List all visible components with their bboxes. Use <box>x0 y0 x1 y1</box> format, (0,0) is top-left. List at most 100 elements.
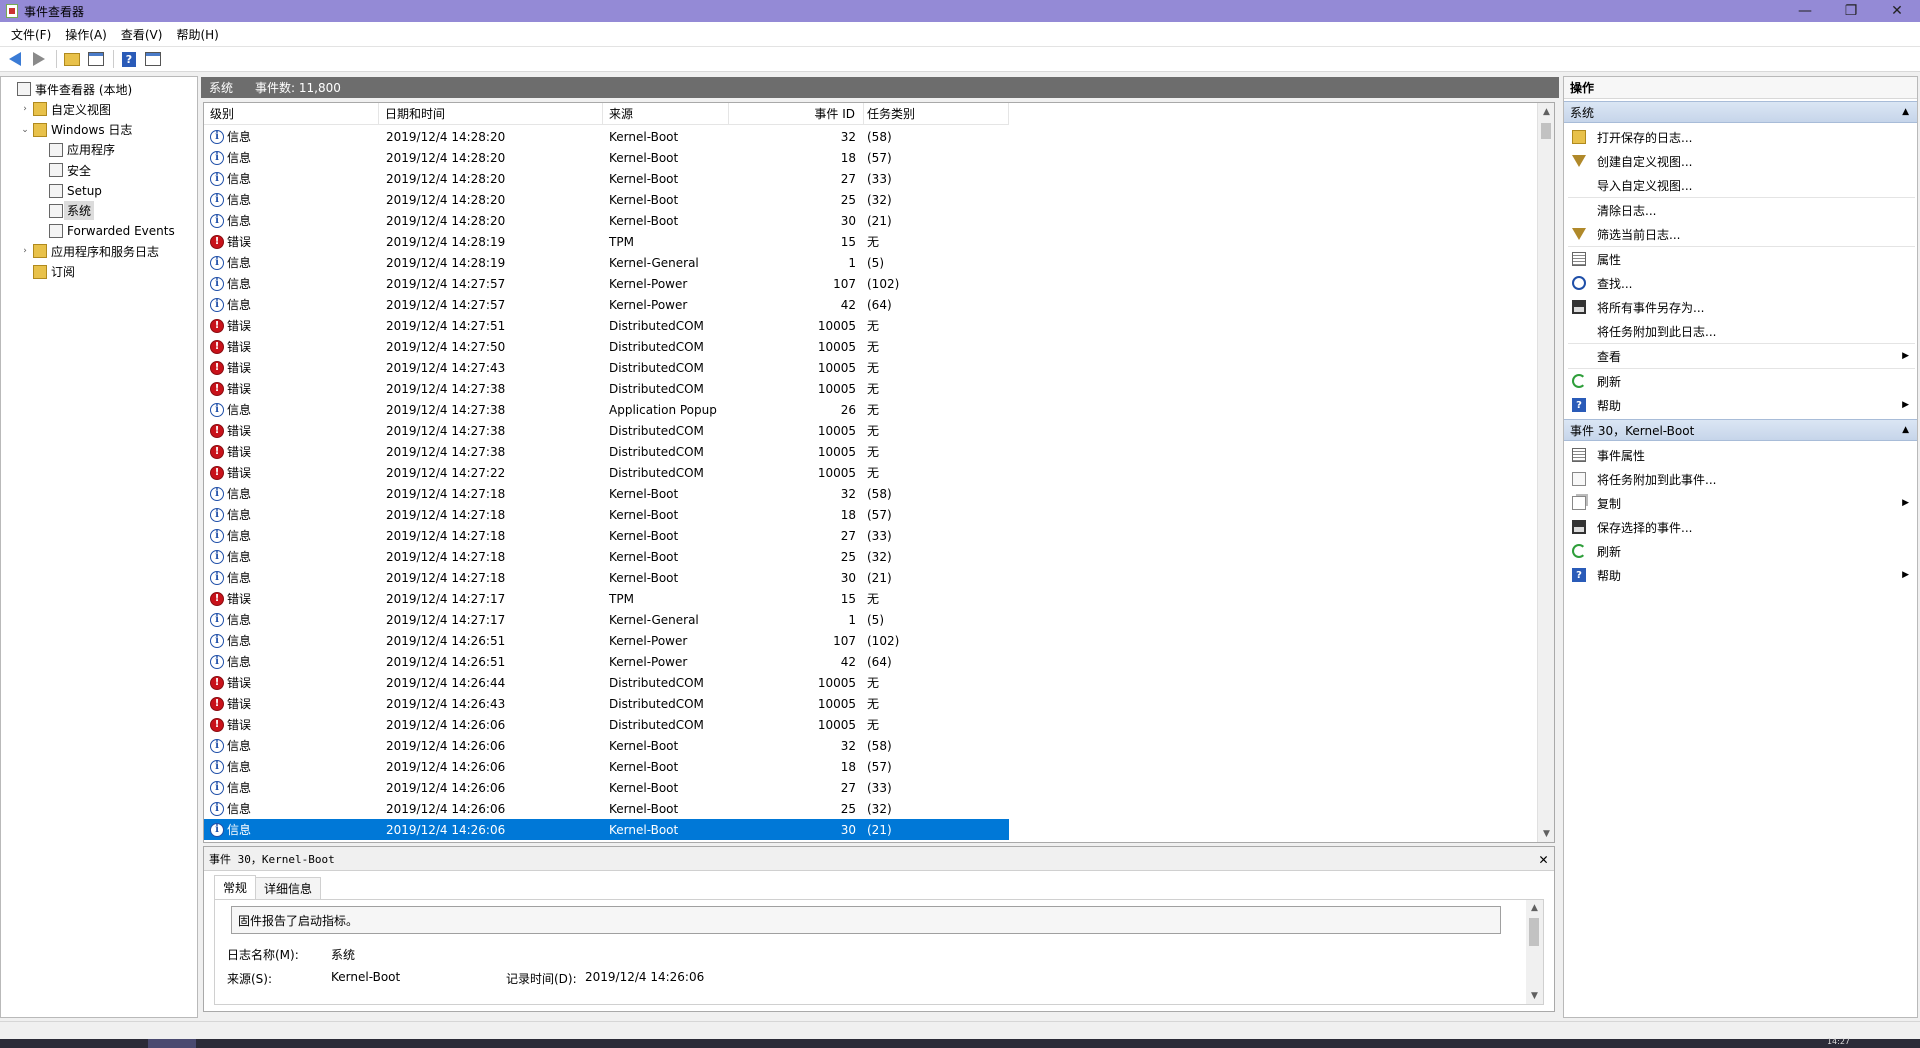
column-source[interactable]: 来源 <box>603 103 729 125</box>
tree-item[interactable]: 系统 <box>36 201 95 221</box>
action-item[interactable]: ? 帮助 ▶ <box>1564 393 1917 417</box>
scroll-up-icon[interactable]: ▲ <box>1538 103 1554 120</box>
actions-section-header[interactable]: 系统 ▲ <box>1564 101 1917 123</box>
action-item[interactable]: 刷新 <box>1564 369 1917 393</box>
action-item[interactable]: 打开保存的日志... <box>1564 125 1917 149</box>
table-row[interactable]: i 信息 2019/12/4 14:26:06 Kernel-Boot 27 (33) <box>204 777 1009 798</box>
tree-item[interactable]: Setup <box>36 181 102 201</box>
menu-view[interactable]: 查看(V) <box>114 26 170 43</box>
forward-button[interactable] <box>28 49 50 69</box>
table-row[interactable]: i 信息 2019/12/4 14:28:20 Kernel-Boot 25 (32) <box>204 189 1009 210</box>
column-event-id[interactable]: 事件 ID <box>729 103 864 125</box>
close-button[interactable]: ✕ <box>1874 0 1920 22</box>
table-row[interactable]: i 信息 2019/12/4 14:26:06 Kernel-Boot 18 (57) <box>204 756 1009 777</box>
table-row[interactable]: i 信息 2019/12/4 14:27:18 Kernel-Boot 18 (57) <box>204 504 1009 525</box>
action-item[interactable]: 查找... <box>1564 271 1917 295</box>
table-row[interactable]: i 信息 2019/12/4 14:27:17 Kernel-General 1 (5) <box>204 609 1009 630</box>
table-row[interactable]: ! 错误 2019/12/4 14:27:38 DistributedCOM 10005… <box>204 441 1009 462</box>
action-item[interactable]: 清除日志... <box>1564 198 1917 222</box>
collapse-caret-icon[interactable]: ▲ <box>1902 107 1909 117</box>
tree-item[interactable]: ⌄ Windows 日志 <box>20 120 132 140</box>
source-value[interactable]: Kernel-Boot <box>331 970 400 984</box>
table-row[interactable]: i 信息 2019/12/4 14:26:06 Kernel-Boot 32 (58) <box>204 735 1009 756</box>
show-hide-tree-button[interactable] <box>85 49 107 69</box>
collapse-caret-icon[interactable]: ▲ <box>1902 425 1909 435</box>
maximize-button[interactable]: ❐ <box>1828 0 1874 22</box>
menu-action[interactable]: 操作(A) <box>58 26 114 43</box>
minimize-button[interactable]: — <box>1782 0 1828 22</box>
table-row[interactable]: i 信息 2019/12/4 14:27:57 Kernel-Power 42 (64) <box>204 294 1009 315</box>
action-item[interactable]: 创建自定义视图... <box>1564 149 1917 173</box>
show-action-pane-button[interactable] <box>142 49 164 69</box>
scroll-down-icon[interactable]: ▼ <box>1538 825 1554 842</box>
action-item[interactable]: 事件属性 <box>1564 443 1917 467</box>
event-list-scrollbar[interactable]: ▲ ▼ <box>1537 103 1554 842</box>
table-row[interactable]: ! 错误 2019/12/4 14:27:51 DistributedCOM 10005… <box>204 315 1009 336</box>
column-date[interactable]: 日期和时间 <box>379 103 603 125</box>
scroll-up-icon[interactable]: ▲ <box>1526 900 1543 916</box>
table-row[interactable]: i 信息 2019/12/4 14:27:18 Kernel-Boot 32 (58) <box>204 483 1009 504</box>
action-item[interactable]: 保存选择的事件... <box>1564 515 1917 539</box>
tree-item[interactable]: 事件查看器 (本地) <box>4 79 132 99</box>
table-row[interactable]: i 信息 2019/12/4 14:28:20 Kernel-Boot 32 (58) <box>204 126 1009 147</box>
table-row[interactable]: i 信息 2019/12/4 14:27:38 Application Popup 26… <box>204 399 1009 420</box>
scroll-thumb[interactable] <box>1541 123 1551 139</box>
action-item[interactable]: 属性 <box>1564 247 1917 271</box>
column-level[interactable]: 级别 <box>204 103 379 125</box>
tree-item[interactable]: 订阅 <box>20 262 75 282</box>
taskbar-active-app[interactable] <box>148 1039 196 1048</box>
actions-section-header[interactable]: 事件 30，Kernel-Boot ▲ <box>1564 419 1917 441</box>
table-row[interactable]: i 信息 2019/12/4 14:26:06 Kernel-Boot 25 (32) <box>204 798 1009 819</box>
table-row[interactable]: i 信息 2019/12/4 14:26:51 Kernel-Power 107 (102… <box>204 630 1009 651</box>
close-icon[interactable]: ✕ <box>1539 850 1548 868</box>
menu-file[interactable]: 文件(F) <box>4 26 58 43</box>
up-level-button[interactable] <box>61 49 83 69</box>
table-row[interactable]: ! 错误 2019/12/4 14:27:38 DistributedCOM 10005… <box>204 420 1009 441</box>
action-item[interactable]: 将所有事件另存为... <box>1564 295 1917 319</box>
table-row[interactable]: ! 错误 2019/12/4 14:28:19 TPM 15 无 <box>204 231 1009 252</box>
column-task-category[interactable]: 任务类别 <box>864 103 1009 125</box>
table-row[interactable]: ! 错误 2019/12/4 14:26:06 DistributedCOM 10005… <box>204 714 1009 735</box>
table-row[interactable]: i 信息 2019/12/4 14:28:19 Kernel-General 1 (5) <box>204 252 1009 273</box>
expander-chevron-icon[interactable]: › <box>20 246 30 256</box>
table-row[interactable]: ! 错误 2019/12/4 14:27:50 DistributedCOM 10005… <box>204 336 1009 357</box>
scroll-down-icon[interactable]: ▼ <box>1526 988 1543 1004</box>
table-row[interactable]: i 信息 2019/12/4 14:28:20 Kernel-Boot 30 (21) <box>204 210 1009 231</box>
tree-item[interactable]: 安全 <box>36 160 91 180</box>
table-row[interactable]: ! 错误 2019/12/4 14:27:22 DistributedCOM 10005… <box>204 462 1009 483</box>
table-row[interactable]: ! 错误 2019/12/4 14:27:17 TPM 15 无 <box>204 588 1009 609</box>
scroll-thumb[interactable] <box>1529 918 1539 946</box>
log-name-value[interactable]: 系统 <box>331 946 355 963</box>
action-item[interactable]: 将任务附加到此事件... <box>1564 467 1917 491</box>
tab-general[interactable]: 常规 <box>214 875 257 899</box>
table-row[interactable]: ! 错误 2019/12/4 14:27:43 DistributedCOM 10005… <box>204 357 1009 378</box>
help-button[interactable]: ? <box>118 49 140 69</box>
table-row[interactable]: i 信息 2019/12/4 14:27:18 Kernel-Boot 30 (21) <box>204 567 1009 588</box>
tree-item[interactable]: › 应用程序和服务日志 <box>20 241 159 261</box>
tree-item[interactable]: › 自定义视图 <box>20 99 111 119</box>
action-item[interactable]: 刷新 <box>1564 539 1917 563</box>
table-row[interactable]: ! 错误 2019/12/4 14:26:43 DistributedCOM 10005… <box>204 693 1009 714</box>
table-row[interactable]: ! 错误 2019/12/4 14:27:38 DistributedCOM 10005… <box>204 378 1009 399</box>
table-row[interactable]: i 信息 2019/12/4 14:26:51 Kernel-Power 42 (64) <box>204 651 1009 672</box>
table-row[interactable]: i 信息 2019/12/4 14:27:57 Kernel-Power 107 (102… <box>204 273 1009 294</box>
event-message[interactable]: 固件报告了启动指标。 <box>231 906 1501 934</box>
action-item[interactable]: 查看 ▶ <box>1564 344 1917 368</box>
table-row[interactable]: i 信息 2019/12/4 14:27:18 Kernel-Boot 25 (32) <box>204 546 1009 567</box>
back-button[interactable] <box>4 49 26 69</box>
action-item[interactable]: 复制 ▶ <box>1564 491 1917 515</box>
tree-item[interactable]: Forwarded Events <box>36 221 175 241</box>
expander-chevron-icon[interactable]: › <box>20 104 30 114</box>
menu-help[interactable]: 帮助(H) <box>169 26 225 43</box>
action-item[interactable]: 筛选当前日志... <box>1564 222 1917 246</box>
table-row[interactable]: i 信息 2019/12/4 14:28:20 Kernel-Boot 18 (57) <box>204 147 1009 168</box>
action-item[interactable]: 将任务附加到此日志... <box>1564 319 1917 343</box>
logged-value[interactable]: 2019/12/4 14:26:06 <box>585 970 704 984</box>
action-item[interactable]: ? 帮助 ▶ <box>1564 563 1917 587</box>
table-row[interactable]: ! 错误 2019/12/4 14:26:44 DistributedCOM 10005… <box>204 672 1009 693</box>
tree-item[interactable]: 应用程序 <box>36 140 115 160</box>
expander-chevron-icon[interactable]: ⌄ <box>20 125 30 135</box>
tab-details[interactable]: 详细信息 <box>255 877 322 899</box>
detail-scrollbar[interactable]: ▲ ▼ <box>1526 900 1543 1004</box>
table-row[interactable]: i 信息 2019/12/4 14:28:20 Kernel-Boot 27 (33) <box>204 168 1009 189</box>
